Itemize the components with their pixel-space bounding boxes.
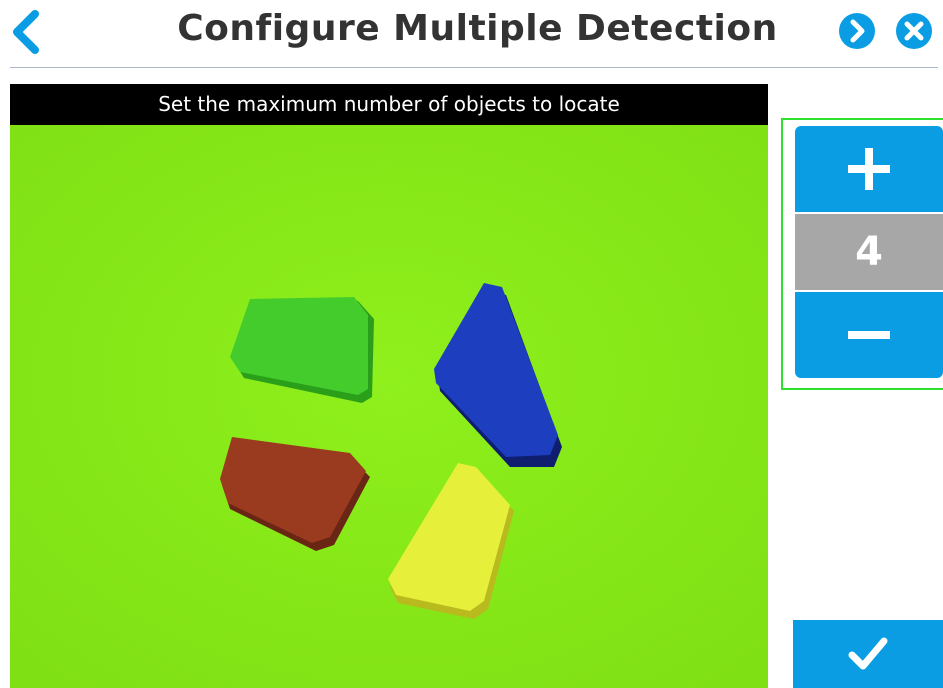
instruction-banner: Set the maximum number of objects to loc… xyxy=(10,84,768,125)
increment-button[interactable] xyxy=(795,126,943,212)
minus-icon xyxy=(848,331,890,339)
close-button[interactable] xyxy=(896,13,932,49)
next-button[interactable] xyxy=(839,13,875,49)
decrement-button[interactable] xyxy=(795,292,943,378)
confirm-button[interactable] xyxy=(793,620,943,688)
checkmark-icon xyxy=(848,637,888,670)
close-icon xyxy=(896,13,932,49)
object-count-value: 4 xyxy=(795,214,943,290)
plus-icon xyxy=(848,148,890,190)
camera-image xyxy=(10,125,768,688)
count-stepper: 4 xyxy=(781,118,943,390)
camera-view: Set the maximum number of objects to loc… xyxy=(10,84,768,688)
play-icon xyxy=(839,13,875,49)
page-title: Configure Multiple Detection xyxy=(177,8,778,49)
header-bar: Configure Multiple Detection xyxy=(0,0,943,68)
header-divider xyxy=(10,67,938,68)
